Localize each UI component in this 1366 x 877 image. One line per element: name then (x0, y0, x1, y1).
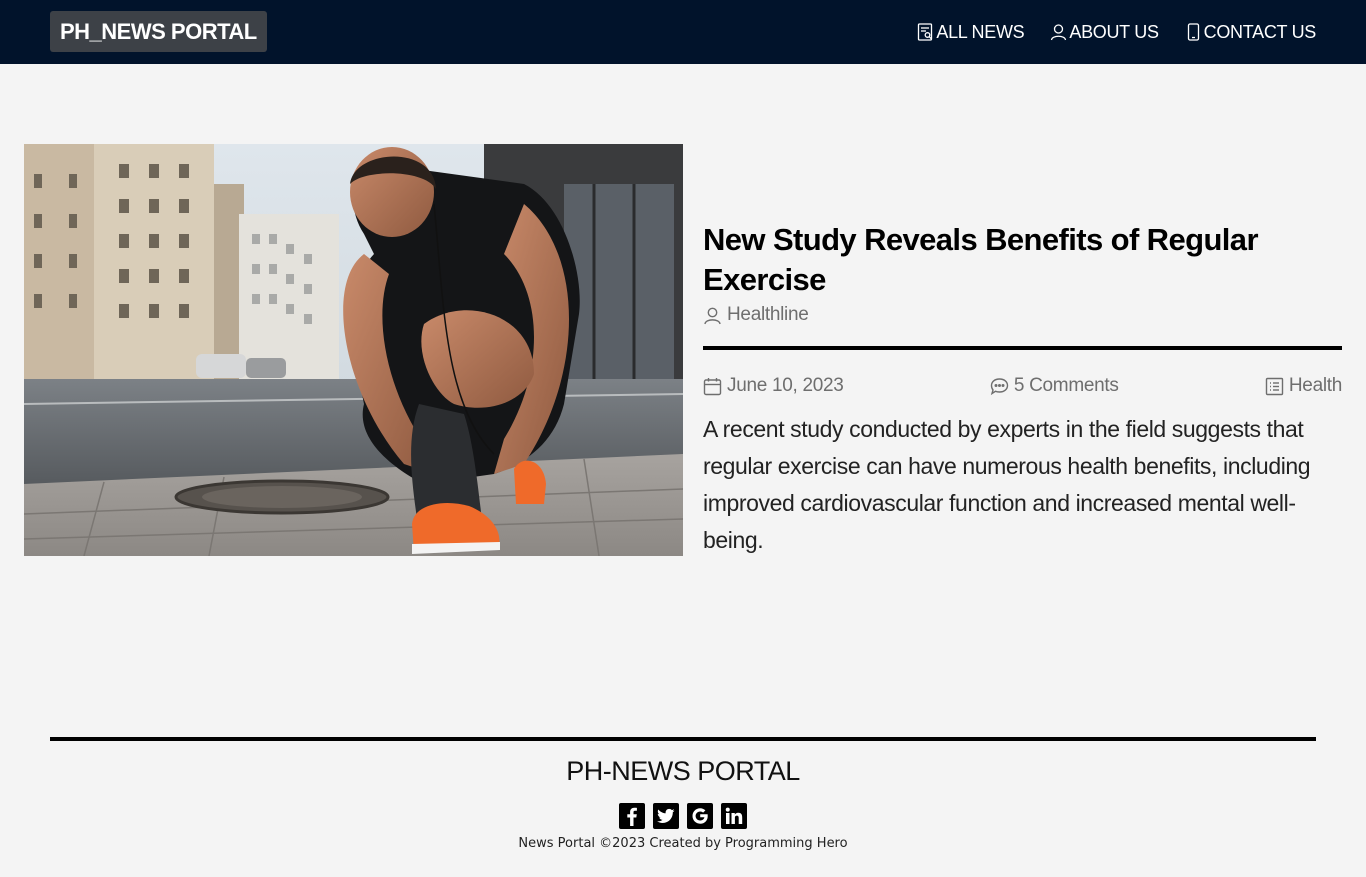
google-icon (692, 808, 708, 824)
article-category[interactable]: Health (1265, 375, 1342, 397)
footer-brand: PH-NEWS PORTAL (566, 756, 800, 786)
date-text: June 10, 2023 (727, 375, 844, 396)
linkedin-link[interactable] (721, 803, 747, 829)
social-links (0, 803, 1366, 829)
article-date: June 10, 2023 (703, 375, 844, 397)
comments-icon (990, 377, 1009, 395)
article-description: A recent study conducted by experts in t… (703, 416, 1311, 553)
facebook-link[interactable] (619, 803, 645, 829)
nav-all-news[interactable]: ALL NEWS (917, 21, 1025, 43)
news-icon (918, 23, 933, 41)
article-title[interactable]: New Study Reveals Benefits of Regular Ex… (703, 220, 1342, 300)
article-divider (703, 346, 1342, 350)
copyright-text: News Portal ©2023 Created by Programming… (518, 836, 848, 851)
twitter-icon (657, 808, 675, 823)
article-author: Healthline (703, 304, 1342, 326)
list-icon (1265, 377, 1284, 395)
author-name: Healthline (727, 304, 809, 325)
user-icon (1051, 24, 1067, 41)
nav-all-news-label: ALL NEWS (936, 21, 1025, 42)
calendar-icon (703, 377, 722, 395)
linkedin-icon (725, 807, 743, 824)
phone-icon (1187, 23, 1199, 41)
article-meta: June 10, 2023 5 Comments Health (703, 375, 1342, 397)
athlete-photo (24, 144, 683, 556)
navbar: PH_NEWS PORTAL ALL NEWS ABOUT US CONTACT… (0, 0, 1366, 64)
twitter-link[interactable] (653, 803, 679, 829)
facebook-icon (627, 807, 637, 826)
category-text: Health (1288, 375, 1342, 396)
footer-divider (50, 737, 1316, 741)
nav-about-us[interactable]: ABOUT US (1050, 21, 1159, 43)
nav-about-us-label: ABOUT US (1069, 21, 1159, 42)
article-comments[interactable]: 5 Comments (990, 375, 1119, 397)
nav-contact-us[interactable]: CONTACT US (1185, 22, 1316, 43)
comments-text: 5 Comments (1013, 375, 1119, 396)
article-image (24, 144, 683, 556)
article-body: New Study Reveals Benefits of Regular Ex… (703, 220, 1342, 559)
google-link[interactable] (687, 803, 713, 829)
user-icon (704, 307, 721, 324)
nav-links: ALL NEWS ABOUT US CONTACT US (917, 0, 1316, 64)
brand-logo[interactable]: PH_NEWS PORTAL (50, 11, 267, 52)
nav-contact-us-label: CONTACT US (1203, 21, 1317, 42)
